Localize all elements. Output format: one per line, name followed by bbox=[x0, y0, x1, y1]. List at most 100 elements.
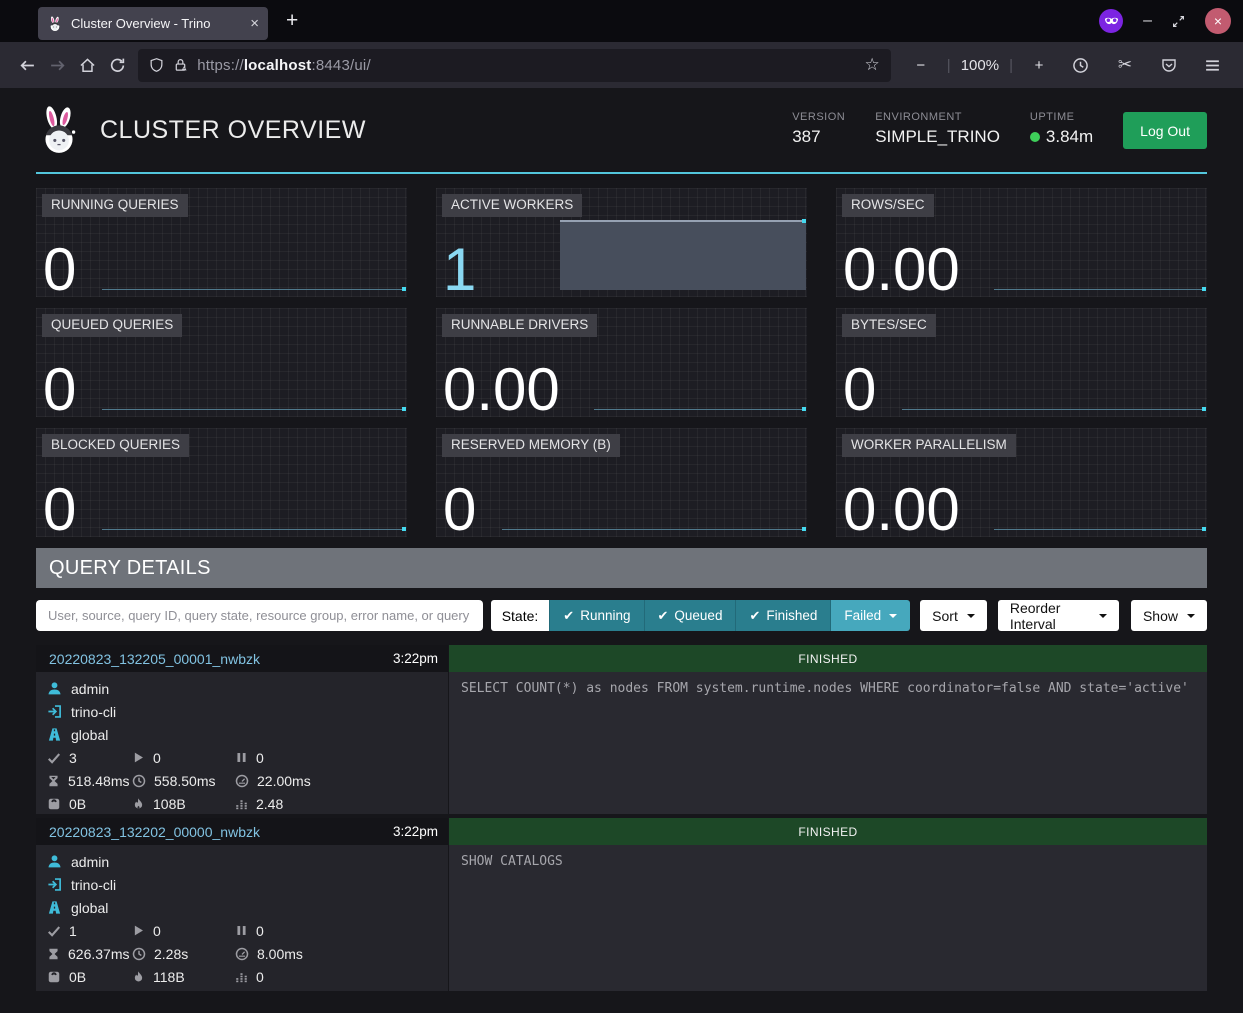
query-sql-text: SHOW CATALOGS bbox=[449, 845, 1207, 991]
version-stat: VERSION 387 bbox=[792, 111, 845, 147]
chevron-down-icon bbox=[889, 614, 897, 618]
check-icon: ✔ bbox=[749, 608, 760, 624]
sparkline-filled-area bbox=[560, 220, 806, 290]
url-bar[interactable]: https://localhost:8443/ui/ ☆ bbox=[138, 49, 891, 82]
cpu-time-clock-icon bbox=[132, 947, 146, 961]
menu-hamburger-icon[interactable] bbox=[1195, 57, 1231, 74]
restore-button[interactable] bbox=[1172, 15, 1185, 28]
cpu-time-clock-icon bbox=[132, 774, 146, 788]
running-splits-play-icon bbox=[132, 924, 145, 937]
sparkline bbox=[594, 407, 806, 410]
parallelism: 0 bbox=[256, 969, 264, 985]
pocket-icon[interactable] bbox=[1151, 57, 1187, 73]
query-row-header: 20220823_132205_00001_nwbzk 3:22pm FINIS… bbox=[36, 645, 1207, 672]
url-text: https://localhost:8443/ui/ bbox=[197, 57, 371, 74]
browser-tab-bar: Cluster Overview - Trino × + – × bbox=[0, 0, 1243, 42]
state-filter-queued[interactable]: ✔ Queued bbox=[644, 600, 736, 631]
metric-tile-blocked-queries: BLOCKED QUERIES 0 bbox=[36, 428, 407, 537]
query-row: admin trino-cli global 3 0 0 518.48ms 55… bbox=[36, 672, 1207, 814]
uptime-stat: UPTIME 3.84m bbox=[1030, 111, 1093, 147]
user-icon bbox=[47, 854, 62, 869]
parallelism-chart-icon bbox=[235, 797, 248, 810]
forward-icon[interactable] bbox=[42, 57, 72, 74]
environment-stat: ENVIRONMENT SIMPLE_TRINO bbox=[875, 111, 1000, 147]
execution-time-gauge-icon bbox=[235, 774, 249, 788]
metric-tile-queued-queries: QUEUED QUERIES 0 bbox=[36, 308, 407, 417]
page-title: CLUSTER OVERVIEW bbox=[100, 116, 366, 145]
query-filter-toolbar: State: ✔ Running ✔ Queued ✔ Finished Fai… bbox=[36, 600, 1207, 631]
bookmark-star-icon[interactable]: ☆ bbox=[865, 55, 880, 75]
current-memory-scale-icon bbox=[47, 797, 61, 811]
source-login-icon bbox=[47, 877, 62, 892]
execution-time: 8.00ms bbox=[257, 946, 303, 962]
current-memory-scale-icon bbox=[47, 970, 61, 984]
screenshot-scissors-icon[interactable]: ✂ bbox=[1107, 55, 1143, 75]
execution-time-gauge-icon bbox=[235, 947, 249, 961]
browser-tab[interactable]: Cluster Overview - Trino × bbox=[38, 7, 268, 40]
close-window-button[interactable]: × bbox=[1205, 8, 1231, 34]
query-user: admin bbox=[71, 681, 109, 697]
sparkline bbox=[502, 527, 806, 530]
resource-group-road-icon bbox=[47, 727, 62, 742]
current-memory: 0B bbox=[69, 796, 86, 812]
url-host: localhost bbox=[244, 57, 312, 74]
state-filter-running[interactable]: ✔ Running bbox=[549, 600, 643, 631]
query-row: admin trino-cli global 1 0 0 626.37ms 2.… bbox=[36, 845, 1207, 991]
cumulative-memory: 108B bbox=[153, 796, 186, 812]
zoom-out-button[interactable]: − bbox=[905, 57, 937, 74]
query-sql-text: SELECT COUNT(*) as nodes FROM system.run… bbox=[449, 672, 1207, 814]
query-source: trino-cli bbox=[71, 704, 116, 720]
lock-warning-icon[interactable] bbox=[173, 57, 188, 73]
home-icon[interactable] bbox=[72, 57, 102, 74]
chevron-down-icon bbox=[967, 614, 975, 618]
queued-splits-pause-icon bbox=[235, 924, 248, 937]
new-tab-button[interactable]: + bbox=[286, 9, 298, 33]
shield-icon[interactable] bbox=[149, 57, 164, 73]
history-clock-icon[interactable] bbox=[1063, 57, 1099, 74]
query-id-link[interactable]: 20220823_132205_00001_nwbzk bbox=[36, 651, 260, 667]
completed-splits-check-icon bbox=[47, 751, 61, 765]
zoom-in-button[interactable]: + bbox=[1023, 57, 1055, 74]
zoom-level[interactable]: 100% bbox=[961, 57, 999, 74]
query-details-header: QUERY DETAILS bbox=[36, 548, 1207, 588]
metric-tile-reserved-memory: RESERVED MEMORY (B) 0 bbox=[436, 428, 807, 537]
cumulative-memory: 118B bbox=[153, 969, 185, 985]
sparkline bbox=[994, 527, 1206, 530]
back-icon[interactable] bbox=[12, 57, 42, 74]
wall-time-hourglass-icon bbox=[47, 947, 60, 961]
metric-tile-running-queries: RUNNING QUERIES 0 bbox=[36, 188, 407, 297]
minimize-button[interactable]: – bbox=[1143, 12, 1152, 30]
chevron-down-icon bbox=[1187, 614, 1195, 618]
logout-button[interactable]: Log Out bbox=[1123, 112, 1207, 149]
reorder-interval-dropdown[interactable]: Reorder Interval bbox=[998, 600, 1119, 631]
tab-title: Cluster Overview - Trino bbox=[71, 16, 242, 31]
source-login-icon bbox=[47, 704, 62, 719]
query-search-input[interactable] bbox=[36, 600, 483, 631]
metrics-grid: RUNNING QUERIES 0 ACTIVE WORKERS 1 ROWS/… bbox=[36, 188, 1207, 537]
queued-splits: 0 bbox=[256, 750, 264, 766]
cumulative-memory-flame-icon bbox=[132, 797, 145, 811]
private-browsing-icon bbox=[1099, 9, 1123, 33]
wall-time: 626.37ms bbox=[68, 946, 129, 962]
running-splits-play-icon bbox=[132, 751, 145, 764]
cumulative-memory-flame-icon bbox=[132, 970, 145, 984]
metric-tile-active-workers: ACTIVE WORKERS 1 bbox=[436, 188, 807, 297]
show-dropdown[interactable]: Show bbox=[1131, 600, 1207, 631]
sort-dropdown[interactable]: Sort bbox=[920, 600, 987, 631]
query-id-link[interactable]: 20220823_132202_00000_nwbzk bbox=[36, 824, 260, 840]
tab-close-icon[interactable]: × bbox=[250, 15, 259, 32]
sparkline bbox=[102, 407, 406, 410]
completed-splits: 1 bbox=[69, 923, 77, 939]
running-splits: 0 bbox=[153, 750, 161, 766]
separator: | bbox=[947, 57, 951, 74]
trino-logo bbox=[36, 105, 82, 155]
sparkline bbox=[902, 407, 1206, 410]
execution-time: 22.00ms bbox=[257, 773, 311, 789]
state-filter-finished[interactable]: ✔ Finished bbox=[735, 600, 830, 631]
wall-time-hourglass-icon bbox=[47, 774, 60, 788]
metric-tile-bytes-sec: BYTES/SEC 0 bbox=[836, 308, 1207, 417]
reload-icon[interactable] bbox=[102, 57, 132, 74]
state-filter-failed-dropdown[interactable]: Failed bbox=[830, 600, 910, 631]
metric-tile-rows-sec: ROWS/SEC 0.00 bbox=[836, 188, 1207, 297]
query-user: admin bbox=[71, 854, 109, 870]
